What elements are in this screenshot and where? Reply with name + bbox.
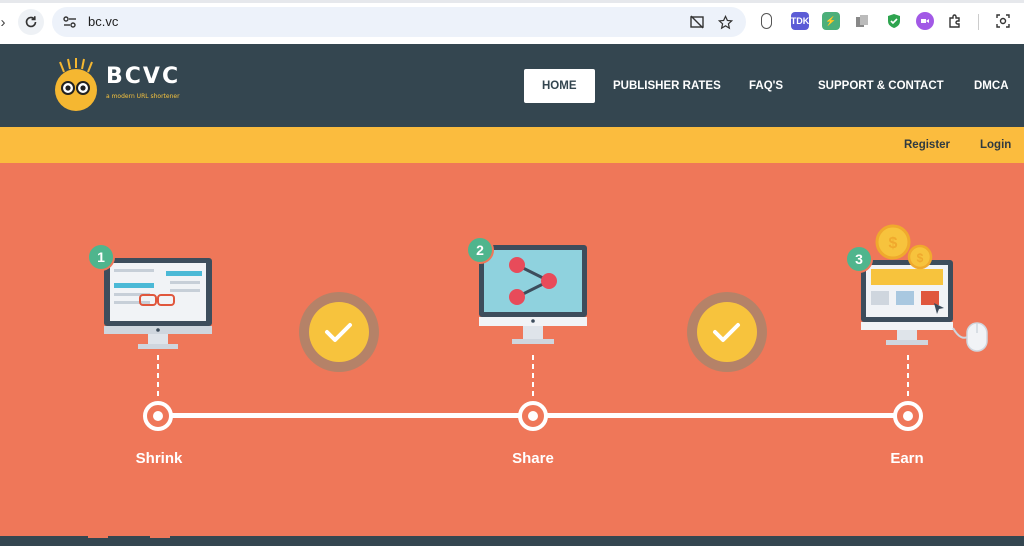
extension-shield-icon[interactable]: [761, 13, 772, 29]
extension-video-icon[interactable]: [916, 12, 934, 30]
bookmark-star-icon[interactable]: [716, 13, 734, 31]
timeline-node-2: [518, 401, 548, 431]
step-badge-2: 2: [466, 236, 494, 264]
nav-faqs[interactable]: FAQ'S: [749, 69, 783, 103]
back-icon[interactable]: ›: [0, 9, 16, 35]
earn-monitor-icon: $ $: [861, 224, 988, 352]
check-icon-2: [687, 292, 767, 372]
site-info-icon[interactable]: [62, 14, 78, 30]
svg-text:3: 3: [855, 251, 863, 267]
svg-text:$: $: [889, 235, 898, 252]
step-label-share: Share: [512, 450, 554, 467]
login-link[interactable]: Login: [980, 139, 1011, 151]
logo-wordmark: BCVC: [106, 64, 181, 89]
tab-strip-edge: [0, 0, 1024, 3]
step-label-earn: Earn: [890, 450, 924, 467]
nav-dmca[interactable]: DMCA: [974, 69, 1009, 103]
extension-check-shield-icon[interactable]: [885, 12, 903, 30]
svg-text:$: $: [917, 251, 924, 265]
steps-illustration: $ $ 1 2 3: [87, 224, 988, 431]
how-it-works-hero: $ $ 1 2 3 Shrink Share Earn: [0, 163, 1024, 536]
extension-bolt-icon[interactable]: ⚡: [822, 12, 840, 30]
auth-bar: Register Login: [0, 127, 1024, 163]
logo-mascot-icon: [55, 58, 97, 111]
svg-text:1: 1: [97, 249, 105, 265]
url-text[interactable]: bc.vc: [88, 14, 118, 29]
timeline-node-3: [893, 401, 923, 431]
nav-publisher-rates[interactable]: PUBLISHER RATES: [613, 69, 721, 103]
site-header: BCVC a modern URL shortener HOME PUBLISH…: [0, 44, 1024, 127]
screenshot-lens-icon[interactable]: [994, 12, 1012, 30]
step-badge-3: 3: [845, 245, 873, 273]
logo-tagline: a modern URL shortener: [106, 93, 180, 100]
extension-copy-icon[interactable]: [853, 12, 871, 30]
nav-home[interactable]: HOME: [524, 69, 595, 103]
no-camera-icon[interactable]: [688, 13, 706, 31]
toolbar-divider: [978, 14, 979, 30]
section-tick-2: [150, 536, 170, 538]
check-icon-1: [299, 292, 379, 372]
next-section-edge: [0, 536, 1024, 546]
address-bar[interactable]: bc.vc: [52, 7, 746, 37]
section-tick-1: [88, 536, 108, 538]
nav-support-contact[interactable]: SUPPORT & CONTACT: [818, 69, 944, 103]
extensions-puzzle-icon[interactable]: [946, 12, 964, 30]
browser-toolbar: › bc.vc TDK ⚡: [0, 0, 1024, 44]
extension-tdk-icon[interactable]: TDK: [791, 12, 809, 30]
register-link[interactable]: Register: [904, 139, 950, 151]
step-badge-1: 1: [87, 243, 115, 271]
reload-icon[interactable]: [18, 9, 44, 35]
share-monitor-icon: [479, 245, 587, 344]
shrink-monitor-icon: [104, 258, 212, 349]
svg-text:2: 2: [476, 242, 484, 258]
site-logo[interactable]: BCVC a modern URL shortener: [52, 58, 202, 112]
timeline-node-1: [143, 401, 173, 431]
step-label-shrink: Shrink: [135, 450, 183, 467]
